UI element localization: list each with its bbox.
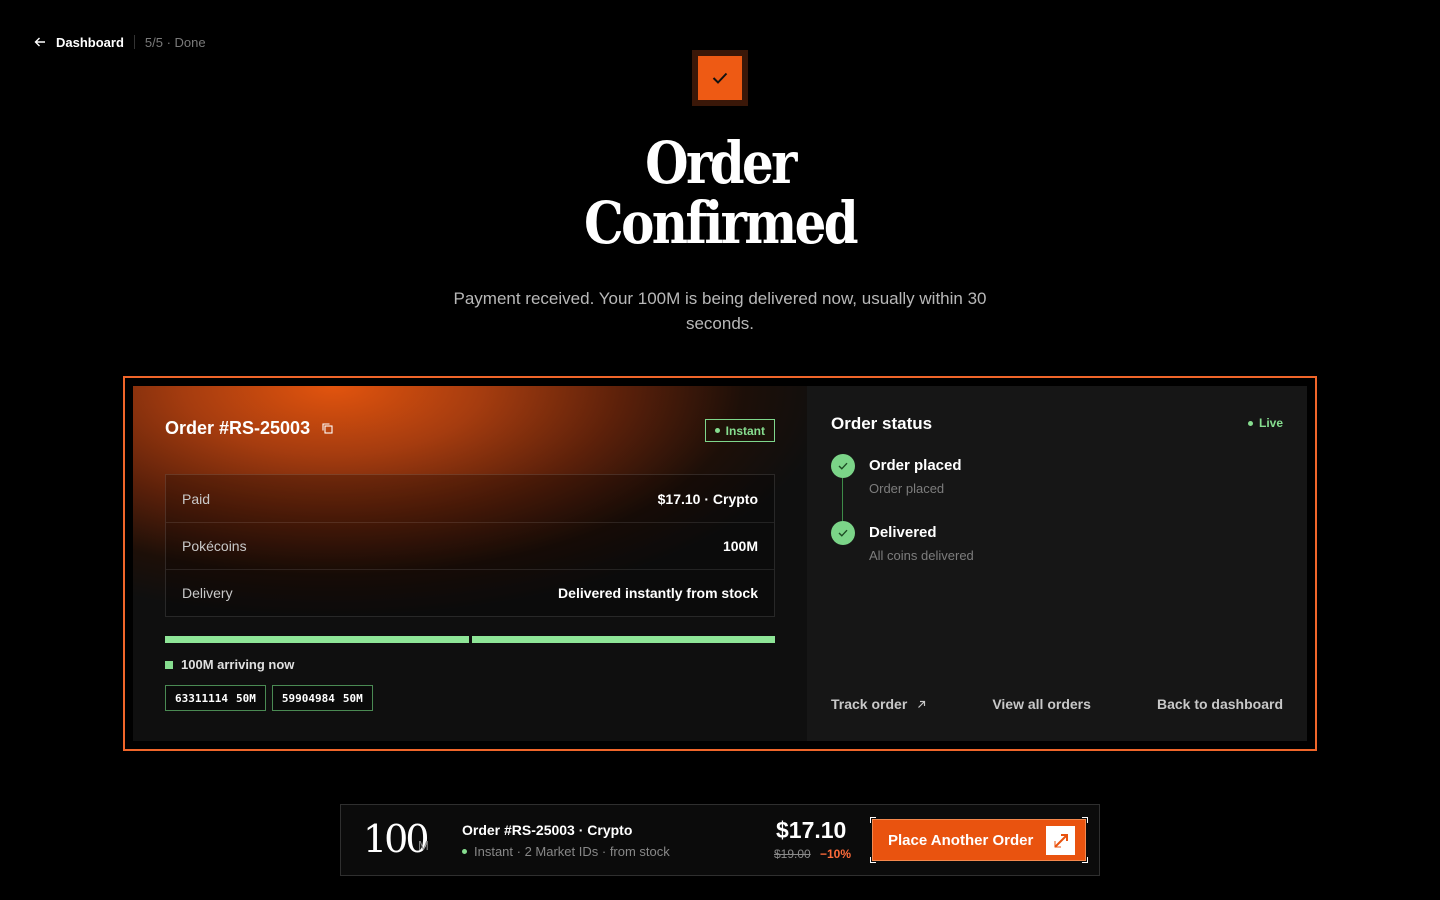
meta-dot [462,849,467,854]
title-line-2: Confirmed [583,189,859,257]
pickaxe-icon [1046,826,1075,855]
summary-row-paid: Paid $17.10 · Crypto [166,475,774,522]
meta-text: Instant · 2 Market IDs · from stock [474,844,670,859]
instant-badge: Instant [704,419,775,442]
market-id-chip[interactable]: 63311114 50M [165,685,266,711]
live-dot [1247,420,1253,426]
order-card-frame: Order #RS-25003 Instant Paid $17.10 · Cr… [123,376,1317,751]
arriving-indicator [165,660,173,669]
arriving-status: 100M arriving now [165,657,294,672]
market-id-chip[interactable]: 59904984 50M [271,685,373,711]
order-summary-bar: 100 M Order #RS-25003 · Crypto Instant ·… [340,804,1100,876]
summary-row-pokecoins: Pokécoins 100M [166,522,774,569]
instant-label: Instant [725,423,765,438]
timeline-step-placed: Order placed Order placed [831,454,1271,521]
live-indicator: Live [1247,416,1283,430]
price: $17.10 [776,817,847,843]
success-badge [692,50,748,106]
market-id-amount: 50M [235,691,256,705]
status-title: Order status [831,414,933,433]
track-order-label: Track order [831,696,908,712]
corner-mark [1082,817,1088,823]
order-status-panel: Order status Live Order placed Order pla… [807,386,1307,741]
check-icon [831,521,855,545]
arrow-up-right-icon [917,700,926,709]
bar-order-title: Order #RS-25003 · Crypto [462,822,633,838]
status-timeline: Order placed Order placed Delivered All … [831,454,1271,588]
progress-segment-1 [165,636,469,643]
corner-mark [870,817,876,823]
summary-value: $17.10 · Crypto [657,490,758,507]
step-subtitle: All coins delivered [869,548,974,563]
corner-mark [1082,857,1088,863]
cta-label: Place Another Order [888,831,1034,849]
dashboard-link[interactable]: Dashboard [56,35,124,50]
summary-key: Delivery [182,585,233,601]
amount-value: 100 [363,817,430,861]
view-all-orders-link[interactable]: View all orders [992,696,1091,712]
bar-order-meta: Instant · 2 Market IDs · from stock [462,844,670,859]
amount-unit: M [418,838,429,853]
order-id: Order #RS-25003 [165,418,334,439]
order-summary-table: Paid $17.10 · Crypto Pokécoins 100M Deli… [165,474,775,617]
page-title: Order Confirmed [101,133,1339,253]
back-to-dashboard-link[interactable]: Back to dashboard [1157,696,1283,712]
discount-badge: −10% [820,847,852,861]
market-id: 59904984 [281,691,335,705]
corner-mark [870,857,876,863]
step-subtitle: Order placed [869,481,945,496]
nav-divider [133,35,135,49]
summary-row-delivery: Delivery Delivered instantly from stock [166,569,774,616]
status-actions: Track order View all orders Back to dash… [831,696,1283,712]
track-order-link[interactable]: Track order [831,696,926,712]
delivery-progress [165,636,775,643]
top-nav: Dashboard 5/5 · Done [32,32,206,52]
arriving-text: 100M arriving now [181,657,295,672]
market-id: 63311114 [175,691,228,705]
arrow-left-icon[interactable] [32,34,48,50]
step-indicator: 5/5 · Done [144,34,206,50]
place-another-order-button[interactable]: Place Another Order [870,817,1088,863]
instant-dot [714,428,720,433]
order-id-text: Order #RS-25003 [165,418,311,438]
check-icon [831,454,855,478]
order-summary-panel: Order #RS-25003 Instant Paid $17.10 · Cr… [133,386,807,741]
step-title: Delivered [869,524,937,541]
page-subtitle: Payment received. Your 100M is being del… [453,289,987,333]
old-price: $19.00 [774,847,811,861]
check-icon [698,56,742,100]
title-line-1: Order [645,129,797,197]
summary-value: Delivered instantly from stock [558,585,758,601]
step-title: Order placed [869,457,962,474]
market-id-amount: 50M [342,691,363,705]
summary-value: 100M [722,538,758,554]
progress-segment-2 [471,636,775,643]
timeline-step-delivered: Delivered All coins delivered [831,521,1271,588]
copy-icon[interactable] [322,422,334,435]
summary-key: Paid [182,490,211,507]
summary-key: Pokécoins [182,538,247,554]
market-id-list: 63311114 50M 59904984 50M [165,685,373,711]
live-label: Live [1258,416,1283,430]
